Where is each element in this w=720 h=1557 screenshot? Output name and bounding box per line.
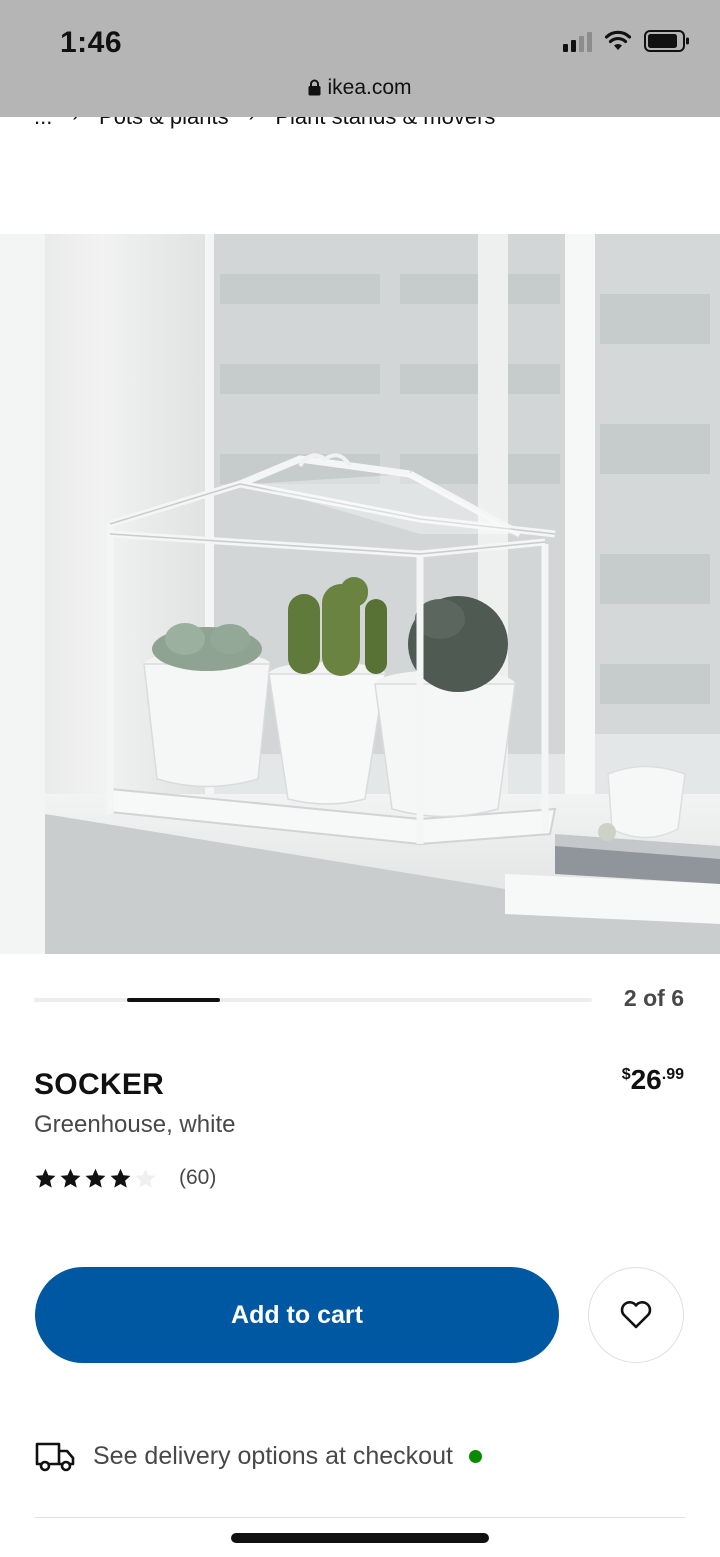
price-currency: $ — [621, 1066, 631, 1083]
product-rating[interactable]: (60) — [34, 1166, 216, 1190]
truck-icon — [35, 1442, 75, 1472]
price-integer: 26 — [630, 1064, 662, 1095]
gallery-progress-indicator — [127, 998, 220, 1002]
add-to-cart-button[interactable]: Add to cart — [35, 1267, 559, 1363]
battery-icon — [644, 30, 689, 52]
review-count[interactable]: (60) — [179, 1166, 216, 1190]
wifi-icon — [604, 30, 632, 50]
heart-icon — [620, 1301, 652, 1329]
greenhouse-photo — [0, 234, 720, 954]
price-decimal: .99 — [661, 1066, 684, 1083]
product-name: SOCKER — [34, 1068, 165, 1101]
star-filled-icon — [60, 1168, 81, 1188]
favourite-button[interactable] — [588, 1267, 684, 1363]
star-empty-icon — [135, 1168, 156, 1188]
lock-icon — [308, 79, 321, 96]
delivery-info[interactable]: See delivery options at checkout — [35, 1440, 482, 1472]
home-indicator — [231, 1533, 489, 1543]
delivery-text: See delivery options at checkout — [93, 1441, 453, 1470]
product-price: $26.99 — [622, 1064, 684, 1096]
star-filled-icon — [110, 1168, 131, 1188]
star-filled-icon — [85, 1168, 106, 1188]
url-bar[interactable]: ikea.com — [0, 76, 720, 100]
gallery-progress-track — [34, 998, 592, 1002]
status-icons — [563, 30, 690, 52]
star-filled-icon — [35, 1168, 56, 1188]
url-text: ikea.com — [327, 76, 412, 99]
cellular-signal-icon — [563, 30, 592, 52]
browser-top-bar: 1:46 ikea.com — [0, 0, 720, 117]
status-time: 1:46 — [60, 26, 123, 59]
availability-status-dot — [468, 1449, 482, 1463]
product-image[interactable] — [0, 234, 720, 954]
rating-stars — [34, 1167, 157, 1190]
gallery-counter: 2 of 6 — [623, 985, 684, 1011]
divider — [35, 1517, 685, 1518]
product-description: Greenhouse, white — [34, 1111, 236, 1138]
